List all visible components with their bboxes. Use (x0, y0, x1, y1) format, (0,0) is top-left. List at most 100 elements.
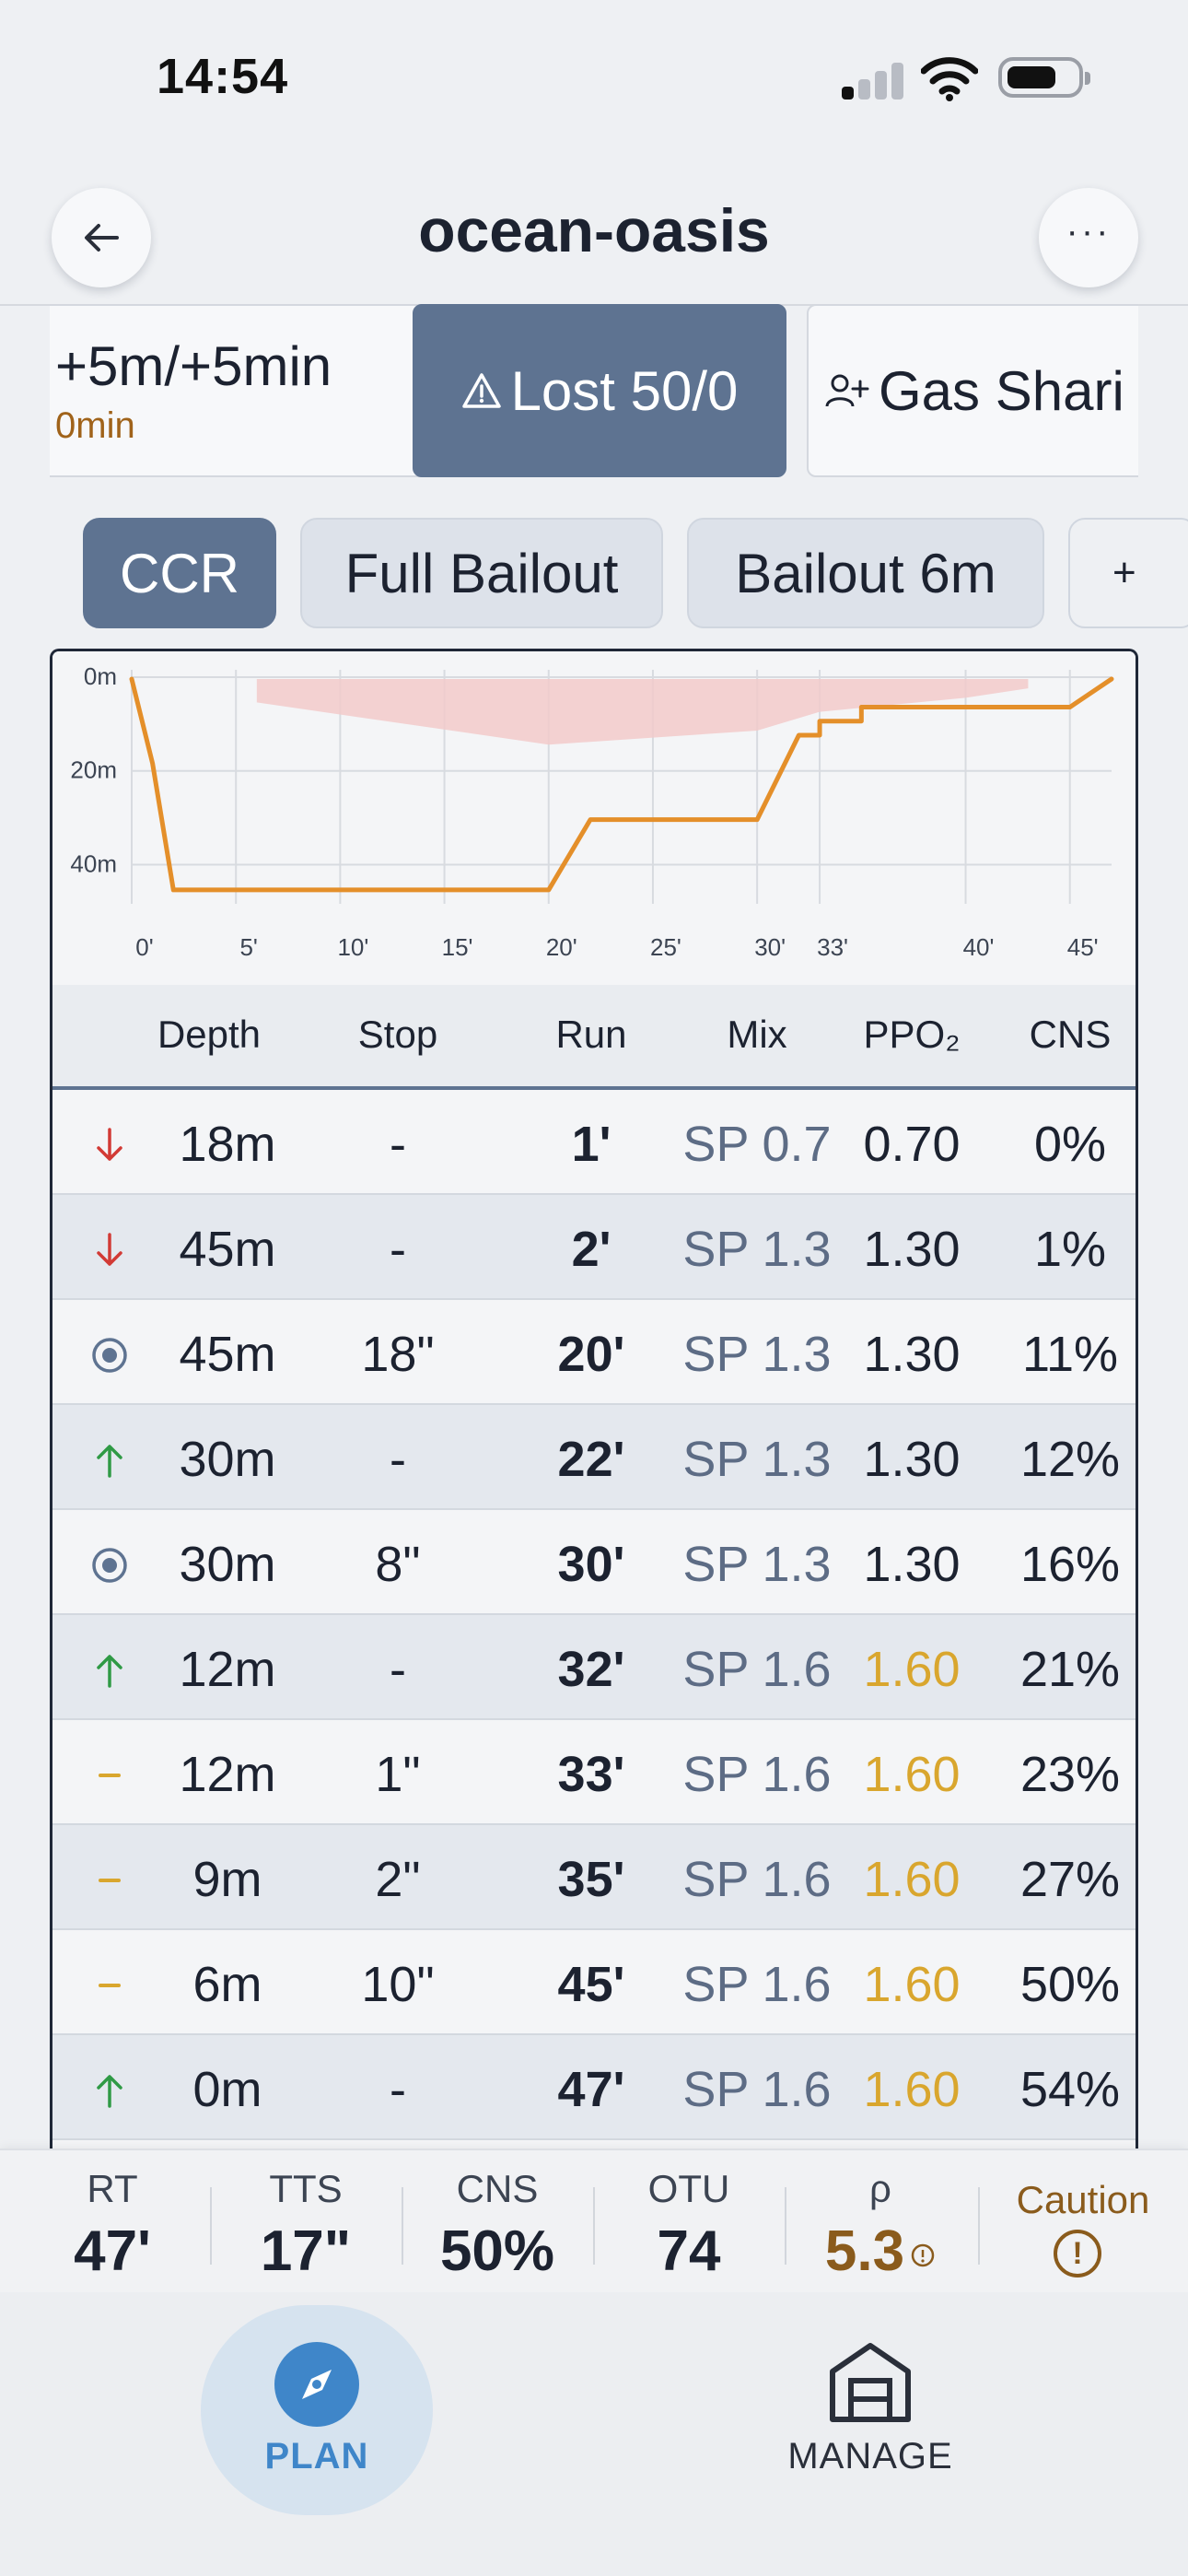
y-tick-label: 0m (84, 662, 117, 690)
table-row[interactable]: 45m 18" 20' SP 1.3 1.30 11% (52, 1300, 1136, 1405)
table-row[interactable]: 12m 1" 33' SP 1.6 1.60 23% (52, 1720, 1136, 1825)
table-row[interactable]: 6m 10" 45' SP 1.6 1.60 50% (52, 1930, 1136, 2035)
nav-plan-label: PLAN (264, 2436, 369, 2476)
cell-depth: 9m (192, 1852, 262, 1907)
compass-icon (274, 2342, 359, 2427)
cell-depth: 12m (179, 1747, 276, 1802)
x-tick-label: 10' (337, 933, 368, 961)
summary-tts-value: 17" (260, 2219, 352, 2283)
summary-density[interactable]: ρ 5.3 (785, 2150, 976, 2294)
cell-depth: 45m (179, 1222, 276, 1277)
cell-cns: 11% (1021, 1327, 1119, 1382)
scenario-card-label: Gas Shari (879, 359, 1124, 422)
x-tick-label: 5' (239, 933, 257, 961)
summary-density-value: 5.3 (785, 2219, 976, 2284)
warning-triangle-icon (461, 373, 501, 408)
scenario-cards: +5m/+5min 0min Lost 50/0 Gas Shari (50, 304, 1138, 481)
ceiling-band (256, 679, 1029, 745)
cell-cns: 23% (1019, 1747, 1121, 1802)
y-tick-label: 40m (70, 849, 117, 877)
nav-manage-label: MANAGE (787, 2436, 953, 2476)
ascent-arrow-icon (91, 1436, 128, 1479)
mode-tab-bailout-6m[interactable]: Bailout 6m (687, 518, 1044, 628)
table-row[interactable]: 45m -2' SP 1.3 1.30 1% (52, 1195, 1136, 1300)
table-row[interactable]: 30m 8" 30' SP 1.3 1.30 16% (52, 1510, 1136, 1615)
deco-stop-dash-icon (91, 1856, 128, 1899)
scenario-card-label: +5m/+5min (55, 335, 332, 397)
scenario-card-gas-sharing[interactable]: Gas Shari (807, 304, 1138, 477)
bottom-target-icon (91, 1331, 128, 1374)
cell-depth: 6m (192, 1957, 262, 2012)
battery-icon (998, 57, 1090, 98)
x-tick-label: 33' (817, 933, 848, 961)
cell-cns: 1% (1033, 1222, 1107, 1277)
summary-cns-value: 50% (439, 2219, 555, 2283)
scenario-card-sublabel: 0min (55, 405, 135, 446)
x-tick-label: 15' (442, 933, 473, 961)
x-tick-label: 20' (546, 933, 577, 961)
cell-depth: 30m (179, 1537, 276, 1592)
summary-cns-label: CNS (456, 2167, 539, 2210)
caution-label: Caution (1016, 2178, 1150, 2221)
table-row[interactable]: 30m -22' SP 1.3 1.30 12% (52, 1405, 1136, 1510)
header: ocean-oasis ··· (0, 175, 1188, 304)
bottom-nav: PLAN MANAGE (0, 2292, 1188, 2576)
add-mode-button[interactable]: + (1068, 518, 1188, 628)
page-title: ocean-oasis (418, 196, 770, 264)
ascent-arrow-icon (91, 1646, 128, 1689)
nav-tab-plan[interactable]: PLAN (201, 2305, 433, 2515)
status-time: 14:54 (157, 49, 289, 104)
cell-depth: 30m (179, 1432, 276, 1487)
info-alert-icon (911, 2243, 935, 2266)
cell-cns: 27% (1019, 1852, 1121, 1907)
descent-arrow-icon (91, 1121, 128, 1164)
mode-tab-ccr[interactable]: CCR (83, 518, 276, 628)
summary-rt-label: RT (87, 2167, 138, 2210)
cell-depth: 0m (192, 2062, 262, 2117)
plan-rows: 18m -1' SP 0.7 0.70 0% 45m -2' SP 1.3 1.30 1% 45m 1… (52, 1090, 1136, 2140)
more-options-button[interactable]: ··· (1039, 188, 1138, 287)
x-tick-label: 30' (754, 933, 786, 961)
cell-cns: 21% (1019, 1642, 1121, 1697)
exclamation-circle-icon: ! (1054, 2230, 1101, 2277)
density-value-text: 5.3 (824, 2219, 905, 2283)
summary-bar: RT 47' TTS 17" CNS 50% OTU 74 ρ 5.3 Caut… (0, 2149, 1188, 2292)
status-bar: 14:54 (0, 0, 1188, 157)
summary-otu-label: OTU (647, 2167, 730, 2210)
header-depth: Depth (157, 1013, 262, 1056)
table-row[interactable]: 12m -32' SP 1.6 1.60 21% (52, 1615, 1136, 1720)
deco-stop-dash-icon (91, 1961, 128, 2004)
summary-cns: CNS 50% (402, 2150, 593, 2294)
cellular-signal-icon (842, 61, 906, 100)
cell-cns: 54% (1019, 2062, 1121, 2117)
dive-profile-svg: 0m 20m 40m 0' 5' 10' 15' 20' 25' 30' 33' 40' 45' (70, 662, 1114, 961)
summary-otu: OTU 74 (593, 2150, 785, 2294)
table-row[interactable]: 9m 2" 35' SP 1.6 1.60 27% (52, 1825, 1136, 1930)
summary-rt-value: 47' (74, 2219, 151, 2283)
table-row[interactable]: 0m -47' SP 1.6 1.60 54% (52, 2035, 1136, 2140)
user-plus-icon (825, 374, 869, 407)
summary-rt: RT 47' (17, 2150, 208, 2294)
x-tick-label: 40' (963, 933, 995, 961)
header-cns: CNS (1029, 1013, 1112, 1056)
x-tick-label: 25' (650, 933, 681, 961)
cell-cns: 16% (1019, 1537, 1121, 1592)
dive-profile-chart: 0m 20m 40m 0' 5' 10' 15' 20' 25' 30' 33' 40' 45' (52, 651, 1136, 985)
scenario-card-lost-gas[interactable]: Lost 50/0 (413, 304, 786, 477)
y-tick-label: 20m (70, 756, 117, 784)
cell-depth: 12m (179, 1642, 276, 1697)
mode-tab-full-bailout[interactable]: Full Bailout (300, 518, 663, 628)
nav-tab-manage[interactable]: MANAGE (774, 2305, 967, 2515)
descent-arrow-icon (91, 1226, 128, 1269)
caution-indicator[interactable]: Caution ! (978, 2150, 1188, 2294)
cell-cns: 50% (1019, 1957, 1121, 2012)
summary-tts-label: TTS (269, 2167, 343, 2210)
cell-cns: 0% (1033, 1117, 1107, 1172)
scenario-card-label: Lost 50/0 (510, 359, 739, 422)
table-row[interactable]: 18m -1' SP 0.7 0.70 0% (52, 1090, 1136, 1195)
app-screen: 14:54 ocean-oasis ··· +5m/+5min 0min Los… (0, 0, 1188, 2576)
scenario-card-plus5[interactable]: +5m/+5min 0min (50, 304, 440, 477)
dive-plan-panel: 0m 20m 40m 0' 5' 10' 15' 20' 25' 30' 33' 40' 45' De… (50, 649, 1138, 2215)
cell-depth: 45m (179, 1327, 276, 1382)
summary-tts: TTS 17" (210, 2150, 402, 2294)
